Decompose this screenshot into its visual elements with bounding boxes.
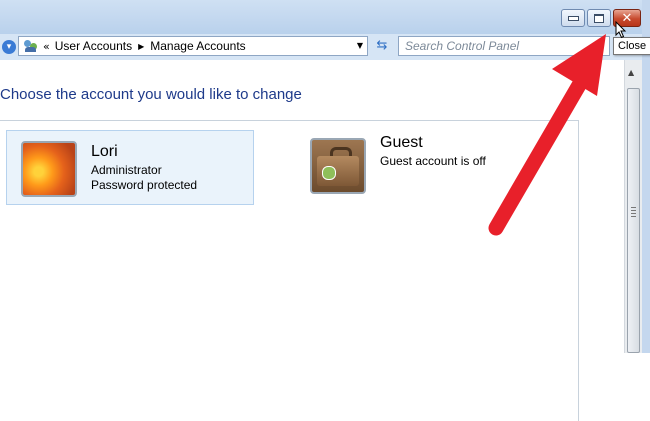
red-arrow-annotation-icon (488, 34, 606, 236)
